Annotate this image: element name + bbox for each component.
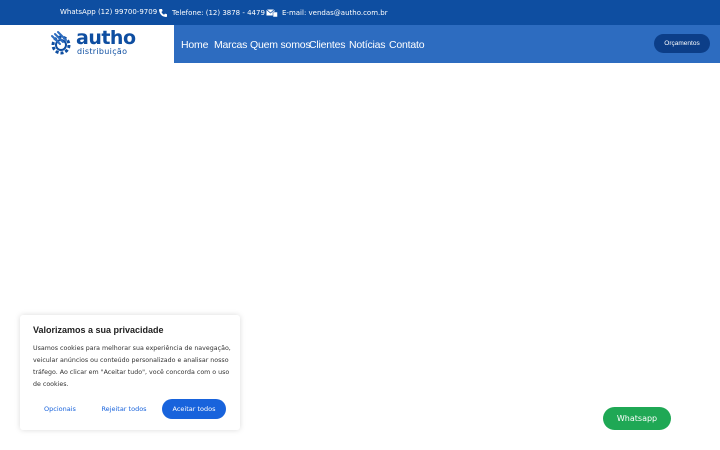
cookie-title: Valorizamos a sua privacidade	[33, 325, 164, 335]
nav-marcas[interactable]: Marcas	[214, 39, 247, 51]
logo-wordmark: autho	[76, 27, 136, 49]
cookie-consent-banner: Valorizamos a sua privacidade Usamos coo…	[20, 315, 240, 430]
nav-contato[interactable]: Contato	[389, 39, 425, 51]
cookie-optional-button[interactable]: Opcionais	[34, 399, 86, 419]
cookie-description: Usamos cookies para melhorar sua experiê…	[33, 345, 231, 388]
nav-clientes[interactable]: Clientes	[309, 39, 346, 51]
top-contact-bar: WhatsApp (12) 99700-9709 Telefone: (12) …	[0, 0, 720, 25]
phone-number: Telefone: (12) 3878 - 4479	[172, 9, 265, 17]
email-contact[interactable]: E-mail: vendas@autho.com.br	[266, 8, 388, 18]
email-icon	[266, 8, 278, 18]
logo-subtitle: distribuição	[77, 47, 128, 56]
phone-icon	[158, 8, 168, 18]
whatsapp-contact[interactable]: WhatsApp (12) 99700-9709	[60, 8, 157, 16]
nav-noticias[interactable]: Notícias	[349, 39, 386, 51]
phone-contact[interactable]: Telefone: (12) 3878 - 4479	[158, 8, 265, 18]
quote-button[interactable]: Orçamentos	[654, 34, 710, 53]
email-address: E-mail: vendas@autho.com.br	[282, 9, 388, 17]
gear-logo-icon	[48, 30, 76, 62]
whatsapp-button[interactable]: Whatsapp	[603, 407, 671, 430]
main-nav: Home Marcas Quem somos Clientes Notícias…	[174, 25, 720, 63]
cookie-reject-button[interactable]: Rejeitar todos	[96, 399, 152, 419]
logo[interactable]: autho distribuição	[0, 25, 174, 63]
nav-quem-somos[interactable]: Quem somos	[250, 39, 311, 51]
nav-home[interactable]: Home	[181, 39, 208, 51]
header: autho distribuição Home Marcas Quem somo…	[0, 25, 720, 63]
whatsapp-number: WhatsApp (12) 99700-9709	[60, 8, 158, 16]
cookie-accept-button[interactable]: Aceitar todos	[162, 399, 226, 419]
